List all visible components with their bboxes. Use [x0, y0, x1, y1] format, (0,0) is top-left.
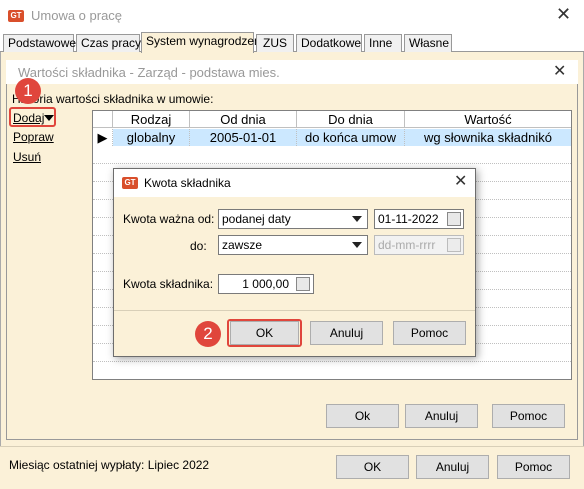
- col-header-od-dnia[interactable]: Od dnia: [190, 111, 297, 128]
- footer-help-button[interactable]: Pomoc: [497, 455, 570, 479]
- chevron-down-icon: [352, 242, 362, 248]
- calendar-icon[interactable]: [447, 212, 461, 226]
- inner-dialog-title-bar: Wartości składnika - Zarząd - podstawa m…: [6, 60, 578, 84]
- tab-system-wynagrodzen[interactable]: System wynagrodzeń: [141, 32, 261, 53]
- close-icon[interactable]: ✕: [556, 5, 571, 23]
- app-logo-icon: GT: [8, 10, 24, 22]
- modal-logo-icon: GT: [122, 177, 138, 189]
- highlight-ok: [227, 319, 302, 347]
- modal-close-icon[interactable]: ✕: [454, 173, 467, 191]
- to-date-placeholder: dd-mm-rrrr: [378, 238, 436, 252]
- tab-inne[interactable]: Inne: [364, 34, 402, 52]
- chevron-down-icon: [352, 216, 362, 222]
- title-bar: GT Umowa o pracę ✕: [0, 0, 584, 32]
- footer-ok-button[interactable]: OK: [336, 455, 409, 479]
- to-date-input: dd-mm-rrrr: [374, 235, 464, 255]
- from-date-value: 01-11-2022: [378, 212, 439, 226]
- from-date-input[interactable]: 01-11-2022: [374, 209, 464, 229]
- inner-help-button[interactable]: Pomoc: [492, 404, 565, 428]
- from-select[interactable]: podanej daty: [218, 209, 368, 229]
- tab-wlasne[interactable]: Własne: [404, 34, 452, 52]
- amount-label: Kwota składnika:: [123, 277, 214, 291]
- cell-rodzaj[interactable]: globalny: [113, 129, 190, 146]
- modal-cancel-button[interactable]: Anuluj: [310, 321, 383, 345]
- step-badge-2: 2: [195, 321, 221, 347]
- from-label: Kwota ważna od:: [123, 212, 215, 226]
- modal-title: Kwota składnika: [144, 176, 231, 190]
- to-label: do:: [190, 239, 207, 253]
- col-header-wartosc[interactable]: Wartość: [405, 111, 571, 128]
- row-pointer-icon: ▶: [93, 129, 113, 146]
- status-text: Miesiąc ostatniej wypłaty: Lipiec 2022: [9, 458, 210, 472]
- inner-dialog-title: Wartości składnika - Zarząd - podstawa m…: [18, 65, 280, 80]
- inner-ok-button[interactable]: Ok: [326, 404, 399, 428]
- to-select-value: zawsze: [222, 238, 263, 252]
- footer-cancel-button[interactable]: Anuluj: [416, 455, 489, 479]
- edit-link[interactable]: Popraw: [13, 130, 54, 144]
- tab-zus[interactable]: ZUS: [256, 34, 294, 52]
- tab-podstawowe[interactable]: Podstawowe: [3, 34, 76, 52]
- tab-dodatkowe[interactable]: Dodatkowe: [296, 34, 362, 52]
- to-select[interactable]: zawsze: [218, 235, 368, 255]
- col-header-do-dnia[interactable]: Do dnia: [297, 111, 405, 128]
- grid-corner: [93, 111, 113, 128]
- modal-divider: [114, 310, 475, 311]
- tab-bar: Podstawowe Czas pracy System wynagrodzeń…: [0, 32, 584, 53]
- table-row[interactable]: ▶ globalny 2005-01-01 do końca umow wg s…: [93, 129, 571, 146]
- empty-row: [93, 363, 571, 380]
- cell-wartosc[interactable]: wg słownika składnikó: [405, 129, 571, 146]
- amount-value: 1 000,00: [242, 277, 289, 291]
- step-badge-1: 1: [15, 78, 41, 104]
- tab-czas-pracy[interactable]: Czas pracy: [76, 34, 141, 52]
- amount-input[interactable]: 1 000,00: [218, 274, 314, 294]
- history-label: Historia wartości składnika w umowie:: [12, 92, 214, 106]
- modal-title-bar: GT Kwota składnika ✕: [114, 169, 475, 197]
- cell-od-dnia[interactable]: 2005-01-01: [190, 129, 297, 146]
- col-header-rodzaj[interactable]: Rodzaj: [113, 111, 190, 128]
- modal-help-button[interactable]: Pomoc: [393, 321, 466, 345]
- inner-cancel-button[interactable]: Anuluj: [405, 404, 478, 428]
- window-title: Umowa o pracę: [31, 8, 123, 23]
- cell-do-dnia[interactable]: do końca umow: [297, 129, 405, 146]
- calculator-icon[interactable]: [296, 277, 310, 291]
- from-select-value: podanej daty: [222, 212, 291, 226]
- inner-close-icon[interactable]: ✕: [553, 63, 566, 81]
- delete-link[interactable]: Usuń: [13, 150, 41, 164]
- empty-row: [93, 147, 571, 164]
- calendar-icon: [447, 238, 461, 252]
- highlight-add: [9, 107, 56, 127]
